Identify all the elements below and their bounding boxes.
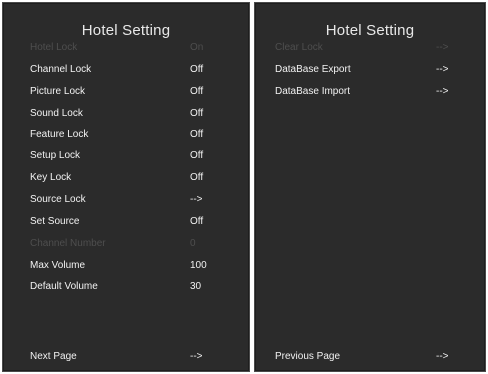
- menu-item-set-source[interactable]: Set Source Off: [3, 213, 249, 231]
- menu-item-label: Key Lock: [30, 172, 72, 183]
- menu-item-database-import[interactable]: DataBase Import -->: [255, 83, 485, 101]
- menu-item-label: DataBase Import: [275, 86, 351, 97]
- menu-item-value: 0: [190, 238, 196, 249]
- next-page-label: Next Page: [30, 351, 77, 362]
- previous-page-label: Previous Page: [275, 351, 341, 362]
- menu-item-label: Hotel Lock: [30, 42, 78, 53]
- menu-item-value: On: [190, 42, 204, 53]
- menu-item-value: -->: [436, 64, 449, 75]
- menu-item-value: 30: [190, 281, 202, 292]
- menu-item-value: -->: [436, 42, 449, 53]
- menu-item-value: Off: [190, 216, 204, 227]
- menu-item-value: 100: [190, 260, 207, 271]
- menu-item-value: Off: [190, 172, 204, 183]
- menu-item-default-volume[interactable]: Default Volume 30: [3, 278, 249, 296]
- menu-item-value: Off: [190, 86, 204, 97]
- previous-page-button[interactable]: Previous Page -->: [255, 348, 485, 366]
- menu-item-value: Off: [190, 150, 204, 161]
- menu-item-channel-lock[interactable]: Channel Lock Off: [3, 61, 249, 79]
- menu-item-channel-number[interactable]: Channel Number 0: [3, 235, 249, 253]
- menu-item-max-volume[interactable]: Max Volume 100: [3, 257, 249, 275]
- next-page-arrow: -->: [190, 351, 203, 362]
- menu-item-value: -->: [190, 194, 203, 205]
- menu-item-label: Feature Lock: [30, 129, 89, 140]
- menu-item-label: Setup Lock: [30, 150, 81, 161]
- menu-item-key-lock[interactable]: Key Lock Off: [3, 169, 249, 187]
- menu-item-picture-lock[interactable]: Picture Lock Off: [3, 83, 249, 101]
- menu-item-hotel-lock[interactable]: Hotel Lock On: [3, 39, 249, 57]
- menu-item-value: -->: [436, 86, 449, 97]
- menu-item-value: Off: [190, 108, 204, 119]
- menu-item-setup-lock[interactable]: Setup Lock Off: [3, 147, 249, 165]
- previous-page-arrow: -->: [436, 351, 449, 362]
- hotel-setting-panel-right: Hotel Setting Clear Lock --> DataBase Ex…: [254, 2, 486, 372]
- panel-title: Hotel Setting: [81, 22, 171, 39]
- menu-item-label: DataBase Export: [275, 64, 351, 75]
- menu-item-source-lock[interactable]: Source Lock -->: [3, 191, 249, 209]
- menu-item-label: Default Volume: [30, 281, 98, 292]
- menu-item-label: Channel Lock: [30, 64, 92, 75]
- menu-item-label: Max Volume: [30, 260, 86, 271]
- menu-item-label: Sound Lock: [30, 108, 83, 119]
- menu-item-label: Clear Lock: [275, 42, 323, 53]
- menu-item-label: Source Lock: [30, 194, 86, 205]
- menu-item-label: Set Source: [30, 216, 80, 227]
- menu-item-database-export[interactable]: DataBase Export -->: [255, 61, 485, 79]
- next-page-button[interactable]: Next Page -->: [3, 348, 249, 366]
- menu-item-value: Off: [190, 129, 204, 140]
- menu-item-clear-lock[interactable]: Clear Lock -->: [255, 39, 485, 57]
- hotel-setting-panel-left: Hotel Setting Hotel Lock On Channel Lock…: [2, 2, 250, 372]
- panel-title: Hotel Setting: [325, 22, 415, 39]
- menu-item-value: Off: [190, 64, 204, 75]
- menu-item-feature-lock[interactable]: Feature Lock Off: [3, 126, 249, 144]
- menu-item-label: Channel Number: [30, 238, 106, 249]
- menu-item-label: Picture Lock: [30, 86, 86, 97]
- menu-item-sound-lock[interactable]: Sound Lock Off: [3, 105, 249, 123]
